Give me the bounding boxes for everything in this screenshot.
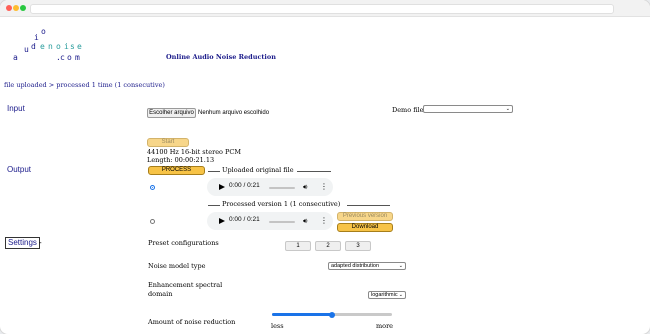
logo-letter: i bbox=[64, 42, 69, 51]
original-audio-player[interactable]: 0:00 / 0:21 🔊︎ ⋮ bbox=[207, 178, 333, 196]
processed-version-legend: Processed version 1 (1 consecutive) bbox=[220, 200, 343, 208]
logo-letter: n bbox=[48, 42, 53, 51]
logo-letter: d bbox=[31, 42, 36, 51]
spectral-domain-label-line2: domain bbox=[148, 290, 173, 298]
page-title: Online Audio Noise Reduction bbox=[166, 53, 276, 61]
output-section-label: Output bbox=[7, 165, 32, 174]
start-button[interactable]: Start bbox=[147, 138, 189, 147]
choose-file-button[interactable]: Escolher arquivo bbox=[147, 108, 196, 118]
logo-letter: e bbox=[40, 42, 45, 51]
settings-toggle-button[interactable]: Settings bbox=[5, 237, 40, 249]
settings-collapse-symbol[interactable]: - bbox=[39, 238, 42, 247]
seek-bar[interactable] bbox=[269, 220, 295, 223]
seek-bar[interactable] bbox=[269, 186, 295, 189]
logo-letter: a bbox=[13, 53, 18, 62]
preset-button-2[interactable]: 2 bbox=[315, 241, 341, 251]
input-section-label: Input bbox=[7, 104, 25, 113]
noise-amount-min-label: less bbox=[271, 322, 284, 330]
browser-window: a u d i o e n o i s e . c o m Online Aud… bbox=[0, 0, 650, 334]
play-icon[interactable] bbox=[219, 184, 225, 190]
status-text: file uploaded > processed 1 time (1 cons… bbox=[4, 81, 165, 89]
logo-letter: o bbox=[67, 53, 72, 62]
fieldset-border bbox=[208, 205, 220, 206]
logo-letter: s bbox=[70, 42, 75, 51]
site-logo[interactable]: a u d i o e n o i s e . c o m bbox=[0, 0, 90, 70]
file-info-length: Length: 00:00:21.13 bbox=[147, 156, 215, 164]
chevron-down-icon: ⌄ bbox=[398, 292, 403, 298]
chevron-down-icon: ⌄ bbox=[398, 263, 403, 269]
demo-files-label: Demo files bbox=[392, 106, 427, 114]
preset-button-3[interactable]: 3 bbox=[345, 241, 371, 251]
processed-audio-player[interactable]: 0:00 / 0:21 🔊︎ ⋮ bbox=[207, 212, 333, 230]
logo-letter: e bbox=[77, 42, 82, 51]
preset-label: Preset configurations bbox=[148, 239, 219, 247]
noise-model-label: Noise model type bbox=[148, 262, 206, 270]
logo-letter: c bbox=[60, 53, 65, 62]
play-icon[interactable] bbox=[219, 218, 225, 224]
noise-model-select[interactable]: adapted distribution ⌄ bbox=[328, 262, 406, 270]
processed-version-radio[interactable] bbox=[150, 219, 155, 224]
demo-files-select[interactable]: ⌄ bbox=[423, 105, 513, 113]
download-button[interactable]: Download bbox=[337, 223, 393, 232]
noise-amount-slider-fill bbox=[272, 313, 332, 316]
previous-version-button[interactable]: Previous version bbox=[337, 212, 393, 221]
preset-button-1[interactable]: 1 bbox=[285, 241, 311, 251]
settings-label: Settings bbox=[8, 238, 37, 247]
logo-letter: o bbox=[56, 42, 61, 51]
fieldset-border bbox=[347, 205, 390, 206]
noise-model-value: adapted distribution bbox=[331, 263, 380, 269]
more-options-icon[interactable]: ⋮ bbox=[320, 182, 328, 191]
title-bar bbox=[0, 0, 650, 17]
volume-icon[interactable]: 🔊︎ bbox=[303, 183, 307, 192]
original-version-radio[interactable] bbox=[150, 185, 155, 190]
more-options-icon[interactable]: ⋮ bbox=[320, 216, 328, 225]
logo-letter: u bbox=[24, 45, 29, 54]
chevron-down-icon: ⌄ bbox=[505, 106, 510, 112]
fieldset-border bbox=[208, 171, 220, 172]
noise-amount-label: Amount of noise reduction bbox=[148, 318, 236, 326]
spectral-domain-value: logarithmic bbox=[371, 292, 398, 298]
process-button[interactable]: PROCESS bbox=[148, 166, 205, 175]
spectral-domain-select[interactable]: logarithmic ⌄ bbox=[368, 291, 406, 299]
original-file-legend: Uploaded original file bbox=[220, 166, 296, 174]
logo-letter: i bbox=[34, 33, 39, 42]
no-file-text: Nenhum arquivo escolhido bbox=[198, 110, 270, 116]
fieldset-border bbox=[297, 171, 331, 172]
noise-amount-slider-thumb[interactable] bbox=[329, 311, 335, 318]
file-info-format: 44100 Hz 16-bit stereo PCM bbox=[147, 148, 242, 156]
noise-amount-max-label: more bbox=[376, 322, 394, 330]
logo-letter: o bbox=[41, 27, 46, 36]
audio-time: 0:00 / 0:21 bbox=[229, 216, 260, 223]
logo-letter: m bbox=[75, 53, 80, 62]
volume-icon[interactable]: 🔊︎ bbox=[303, 217, 307, 226]
audio-time: 0:00 / 0:21 bbox=[229, 182, 260, 189]
address-bar[interactable] bbox=[30, 4, 614, 14]
spectral-domain-label-line1: Enhancement spectral bbox=[148, 281, 223, 289]
